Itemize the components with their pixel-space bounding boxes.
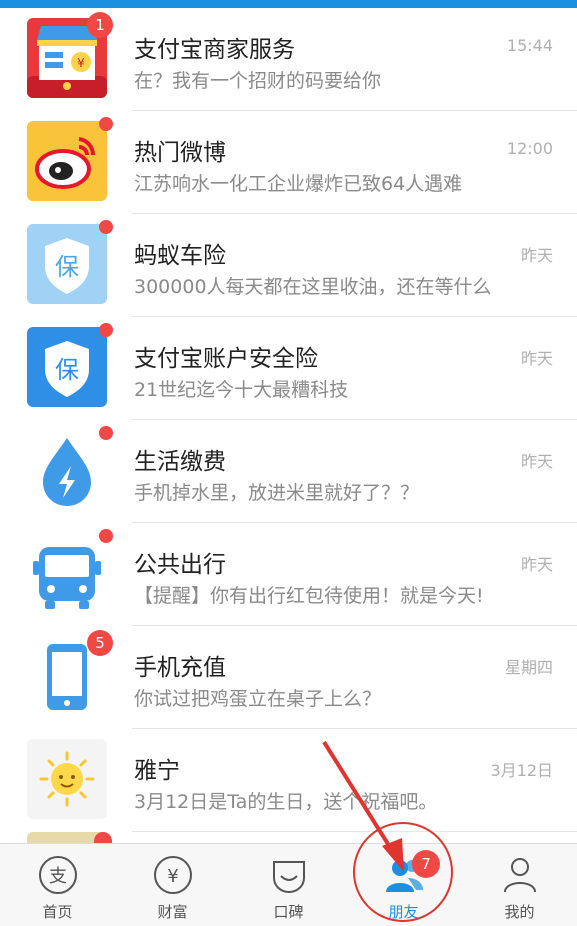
unread-dot (99, 117, 113, 131)
home-zhi-icon: 支 (39, 856, 77, 894)
item-time: 昨天 (520, 555, 553, 574)
weibo-icon (27, 117, 113, 201)
item-time: 3月12日 (490, 761, 553, 780)
tab-label: 首页 (42, 903, 73, 921)
svg-text:保: 保 (55, 253, 79, 281)
item-time: 昨天 (520, 349, 553, 368)
tab-home[interactable]: 支 首页 (0, 844, 115, 926)
item-subtitle: 在？我有一个招财的码要给你 (134, 70, 382, 92)
list-item[interactable]: 生活缴费 手机掉水里，放进米里就好了？？ 昨天 (0, 420, 577, 523)
item-subtitle: 300000人每天都在这里收油，还在等什么 (134, 276, 492, 298)
item-time: 12:00 (506, 139, 553, 158)
list-item[interactable]: 保 支付宝账户安全险 21世纪迄今十大最糟科技 昨天 (0, 317, 577, 420)
sun-icon (27, 739, 107, 819)
annotation-circle (353, 822, 453, 922)
svg-text:支: 支 (49, 866, 67, 887)
profile-icon (504, 858, 536, 893)
item-time: 昨天 (520, 452, 553, 471)
item-time: 星期四 (504, 658, 553, 677)
list-item[interactable]: 热门微博 江苏响水一化工企业爆炸已致64人遇难 12:00 (0, 111, 577, 214)
svg-text:保: 保 (55, 356, 79, 384)
tab-profile[interactable]: 我的 (462, 844, 577, 926)
unread-dot (99, 323, 113, 337)
tab-koubei[interactable]: 口碑 (231, 844, 346, 926)
tab-wealth[interactable]: ¥ 财富 (115, 844, 230, 926)
item-title: 支付宝商家服务 (134, 37, 295, 63)
tab-label: 财富 (157, 903, 188, 921)
item-subtitle: 手机掉水里，放进米里就好了？？ (134, 482, 420, 504)
tab-label: 口碑 (273, 903, 304, 921)
item-subtitle: 江苏响水一化工企业爆炸已致64人遇难 (134, 173, 463, 195)
item-subtitle: 21世纪迄今十大最糟科技 (134, 379, 349, 401)
item-title: 支付宝账户安全险 (134, 346, 318, 372)
tab-label: 我的 (504, 903, 535, 921)
unread-count-badge: 5 (87, 630, 113, 656)
list-item[interactable]: 5 手机充值 你试过把鸡蛋立在桌子上么？ 星期四 (0, 626, 577, 729)
item-title: 公共出行 (134, 552, 226, 578)
status-bar-strip (0, 0, 577, 8)
account-insurance-shield-icon: 保 (27, 323, 113, 407)
item-title: 雅宁 (134, 758, 180, 784)
item-subtitle: 你试过把鸡蛋立在桌子上么？ (134, 688, 382, 710)
phone-icon: 5 (27, 630, 113, 716)
car-insurance-shield-icon: 保 (27, 220, 113, 304)
list-item[interactable]: 保 蚂蚁车险 300000人每天都在这里收油，还在等什么 昨天 (0, 214, 577, 317)
item-title: 生活缴费 (134, 449, 226, 475)
item-time: 15:44 (506, 36, 553, 55)
unread-dot (99, 426, 113, 440)
koubei-icon (273, 861, 305, 894)
wealth-yen-icon: ¥ (154, 856, 192, 894)
list-item[interactable]: ¥ 1 支付宝商家服务 在？我有一个招财的码要给你 15:44 (0, 8, 577, 111)
svg-text:¥: ¥ (167, 866, 178, 887)
item-title: 手机充值 (134, 655, 226, 681)
item-subtitle: 3月12日是Ta的生日，送个祝福吧。 (134, 791, 438, 813)
item-subtitle: 【提醒】你有出行红包待使用！就是今天! (134, 585, 484, 607)
unread-dot (99, 220, 113, 234)
item-title: 热门微博 (134, 140, 226, 166)
message-list[interactable]: ¥ 1 支付宝商家服务 在？我有一个招财的码要给你 15:44 热门微博 江苏响… (0, 8, 577, 832)
unread-count-badge: 1 (87, 12, 113, 38)
list-item[interactable]: 公共出行 【提醒】你有出行红包待使用！就是今天! 昨天 (0, 523, 577, 626)
item-title: 蚂蚁车险 (134, 243, 226, 269)
svg-text:¥: ¥ (77, 56, 85, 70)
list-item[interactable]: 雅宁 3月12日是Ta的生日，送个祝福吧。 3月12日 (0, 729, 577, 832)
unread-dot (99, 529, 113, 543)
bus-icon (27, 529, 113, 613)
merchant-shop-icon: ¥ 1 (27, 12, 113, 98)
item-time: 昨天 (520, 246, 553, 265)
water-drop-bolt-icon (27, 426, 113, 510)
bottom-tab-bar: 支 首页 ¥ 财富 口碑 朋友 我的 7 (0, 843, 577, 926)
